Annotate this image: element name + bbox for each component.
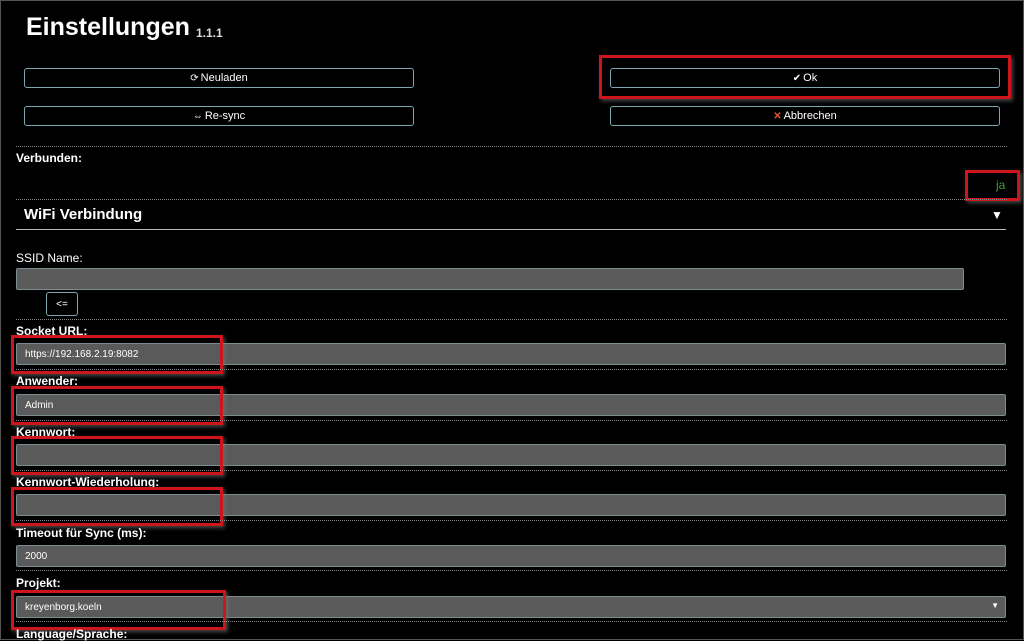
divider (16, 570, 1007, 571)
resync-button[interactable]: ⇔ Re-sync (24, 106, 414, 126)
page-title: Einstellungen (26, 13, 190, 41)
version-label: 1.1.1 (196, 26, 223, 40)
section-underline (16, 229, 1006, 230)
divider (16, 199, 1007, 200)
timeout-field[interactable]: 2000 (16, 545, 1006, 567)
chevron-down-icon: ▼ (991, 601, 999, 610)
divider (16, 520, 1007, 521)
sync-arrows-icon: ⇔ (192, 110, 203, 122)
wifi-section-title[interactable]: WiFi Verbindung (24, 206, 142, 223)
highlight-ok (599, 55, 1011, 99)
divider (16, 146, 1007, 147)
ssid-label: SSID Name: (16, 251, 83, 265)
resync-label: Re-sync (204, 110, 246, 122)
ssid-select-button[interactable]: <= (46, 292, 78, 316)
close-icon: ✕ (773, 110, 782, 122)
connected-label: Verbunden: (16, 151, 83, 165)
divider (16, 420, 1007, 421)
highlight-project (11, 590, 226, 630)
chevron-down-icon[interactable]: ▼ (991, 208, 1003, 222)
project-label: Projekt: (16, 576, 61, 590)
highlight-connected (965, 170, 1020, 201)
reload-icon: ⟳ (190, 72, 199, 84)
reload-button[interactable]: ⟳ Neuladen (24, 68, 414, 88)
divider (16, 470, 1007, 471)
cancel-button[interactable]: ✕ Abbrechen (610, 106, 1000, 126)
cancel-label: Abbrechen (783, 110, 837, 122)
timeout-label: Timeout für Sync (ms): (16, 526, 147, 540)
ssid-field[interactable] (16, 268, 964, 290)
language-label: Language/Sprache: (16, 627, 128, 641)
divider (16, 369, 1007, 370)
divider (16, 621, 1007, 622)
divider (16, 319, 1007, 320)
reload-label: Neuladen (200, 72, 248, 84)
